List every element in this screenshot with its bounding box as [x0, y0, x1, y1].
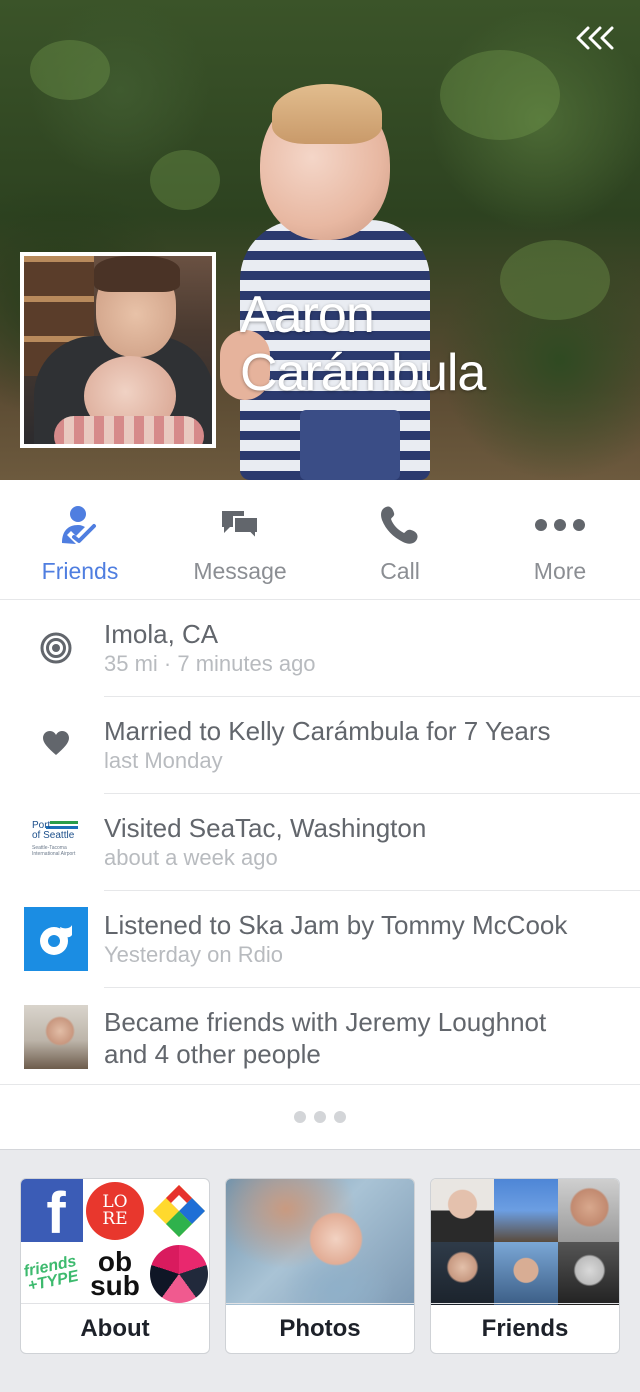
- activity-subtitle: Yesterday on Rdio: [104, 942, 283, 967]
- heart-icon: [43, 731, 69, 755]
- foliage: [30, 40, 110, 100]
- foliage: [440, 50, 560, 140]
- photos-card-title: Photos: [226, 1303, 414, 1353]
- photos-thumbnail: [226, 1179, 414, 1305]
- message-button-label: Message: [193, 558, 287, 584]
- friends-button-label: Friends: [41, 558, 119, 584]
- lore-logo-icon: LO RE: [83, 1179, 147, 1242]
- friends-of-type-logo-icon: friends +TYPE: [22, 1252, 81, 1295]
- phone-icon: [381, 506, 418, 544]
- photos-card[interactable]: Photos: [225, 1178, 415, 1354]
- activity-subtitle: about a week ago: [104, 845, 278, 870]
- activity-list: Imola, CA 35 mi · 7 minutes ago Married …: [0, 600, 640, 1085]
- obsub-logo-icon: ob sub: [90, 1245, 140, 1301]
- activity-subtitle: 35 mi · 7 minutes ago: [104, 651, 316, 676]
- activity-subtitle: last Monday: [104, 748, 223, 773]
- activity-title-line2: and 4 other people: [104, 1039, 321, 1069]
- friends-card-title: Friends: [431, 1303, 619, 1353]
- facebook-logo-icon: f: [21, 1179, 83, 1242]
- activity-title: Imola, CA: [104, 619, 219, 649]
- more-dots-icon: [535, 519, 585, 531]
- profile-picture[interactable]: [20, 252, 216, 448]
- ribbon-logo-icon: [147, 1242, 209, 1305]
- activity-title: Married to Kelly Carámbula for 7 Years: [104, 716, 551, 746]
- friend-avatar: [431, 1179, 495, 1242]
- list-item-music[interactable]: Listened to Ska Jam by Tommy McCook Yest…: [0, 891, 640, 988]
- friends-thumbnail-grid: [431, 1179, 619, 1305]
- call-button[interactable]: Call: [320, 480, 480, 599]
- message-bubbles-icon: [222, 511, 259, 542]
- friends-button[interactable]: Friends: [0, 480, 160, 599]
- friend-avatar: [24, 1005, 88, 1069]
- about-card-title: About: [21, 1303, 209, 1353]
- profile-sections-tray: f LO RE friends +TYPE ob sub About Photo…: [0, 1149, 640, 1392]
- list-item-location[interactable]: Imola, CA 35 mi · 7 minutes ago: [0, 600, 640, 697]
- back-chevrons-icon[interactable]: [574, 22, 618, 54]
- activity-title-line1: Became friends with Jeremy Loughnot: [104, 1007, 547, 1037]
- friends-card[interactable]: Friends: [430, 1178, 620, 1354]
- friend-avatar: [494, 1179, 558, 1242]
- more-button-label: More: [533, 558, 587, 584]
- friend-avatar: [557, 1242, 619, 1305]
- friends-check-icon: [62, 506, 96, 544]
- about-card[interactable]: f LO RE friends +TYPE ob sub About: [20, 1178, 210, 1354]
- list-item-relationship[interactable]: Married to Kelly Carámbula for 7 Years l…: [0, 697, 640, 794]
- list-item-visit[interactable]: Port of Seattle Seattle-Tacoma Internati…: [0, 794, 640, 891]
- friend-avatar: [431, 1242, 495, 1305]
- port-of-seattle-logo: Port of Seattle Seattle-Tacoma Internati…: [24, 810, 88, 874]
- friend-avatar: [494, 1242, 558, 1305]
- cover-subject: [220, 70, 450, 480]
- profile-name: Aaron Carámbula: [240, 286, 620, 402]
- list-item-friends[interactable]: Became friends with Jeremy Loughnot and …: [0, 988, 640, 1085]
- activity-title: Visited SeaTac, Washington: [104, 813, 427, 843]
- message-button[interactable]: Message: [160, 480, 320, 599]
- load-more-dots-icon[interactable]: [0, 1085, 640, 1149]
- rdio-icon: [24, 907, 88, 971]
- profile-action-bar: Friends Message Call More: [0, 480, 640, 600]
- cover-photo[interactable]: Aaron Carámbula: [0, 0, 640, 480]
- foliage: [150, 150, 220, 210]
- profile-first-name: Aaron: [240, 286, 375, 344]
- profile-last-name: Carámbula: [240, 344, 486, 402]
- location-target-icon: [40, 632, 72, 664]
- activity-title: Listened to Ska Jam by Tommy McCook: [104, 910, 568, 940]
- friend-avatar: [557, 1179, 619, 1242]
- call-button-label: Call: [380, 558, 420, 584]
- colorful-diamond-logo-icon: [147, 1179, 209, 1242]
- more-button[interactable]: More: [480, 480, 640, 599]
